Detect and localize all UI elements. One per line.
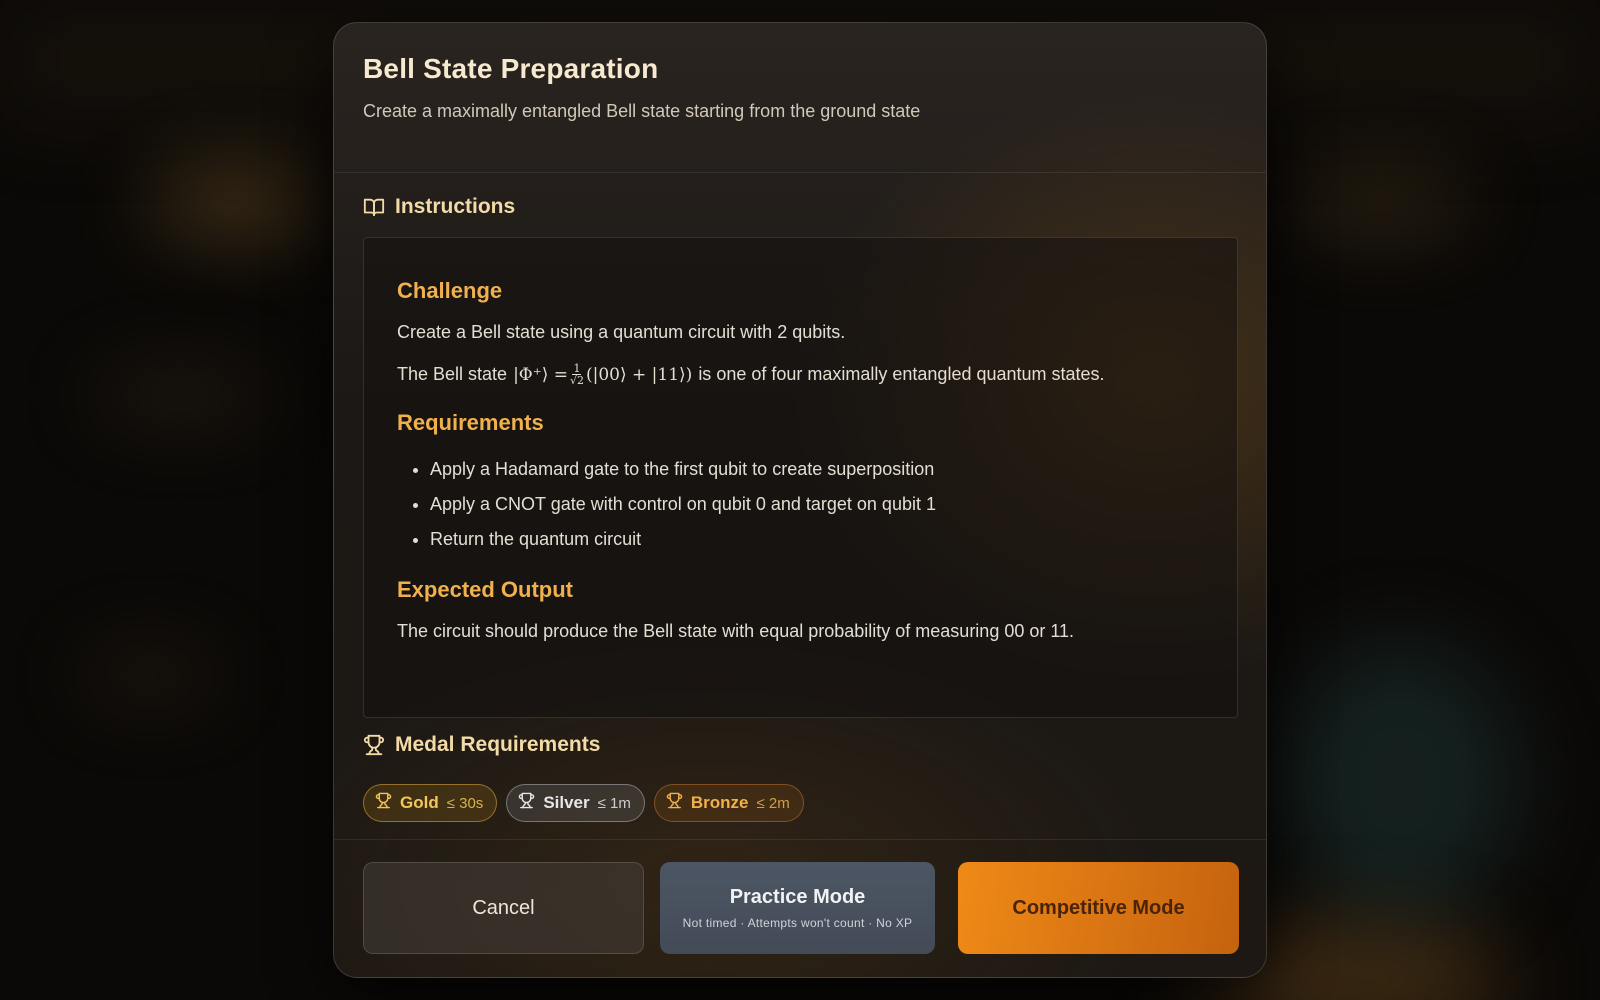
dialog-subtitle: Create a maximally entangled Bell state … [363,101,921,121]
trophy-icon [666,792,683,814]
instructions-header: Instructions [363,195,515,219]
challenge-heading: Challenge [397,278,503,303]
medal-requirements-title: Medal Requirements [395,733,601,756]
medal-requirement: ≤ 2m [756,794,790,812]
medal-name: Bronze [690,793,749,812]
list-item: Apply a Hadamard gate to the first qubit… [430,452,1204,487]
bell-text-before: The Bell state [397,364,508,384]
requirements-heading: Requirements [397,410,544,435]
bell-state-text: The Bell state |Φ⁺⟩ = 1 √2 (|00⟩ + |11⟩)… [397,363,1204,386]
medal-requirements-header: Medal Requirements [363,733,600,757]
list-item: Return the quantum circuit [430,522,1204,557]
medal-name: Gold [400,793,439,812]
expected-output-text: The circuit should produce the Bell stat… [397,621,1075,641]
instructions-panel: Challenge Create a Bell state using a qu… [363,237,1238,718]
practice-mode-button[interactable]: Practice Mode Not timed · Attempts won't… [660,862,935,954]
trophy-icon [518,792,535,814]
fraction-denominator: √2 [569,374,584,387]
competitive-mode-label: Competitive Mode [1012,896,1185,919]
trophy-icon [363,734,385,756]
bell-formula-lhs: |Φ⁺⟩ = [513,364,568,385]
competitive-mode-button[interactable]: Competitive Mode [958,862,1239,954]
challenge-text: Create a Bell state using a quantum circ… [397,322,846,342]
medal-requirement: ≤ 30s [446,794,484,812]
medal-badge-gold: Gold ≤ 30s [363,784,498,822]
expected-output-heading: Expected Output [397,577,574,602]
bell-formula-rhs: (|00⟩ + |11⟩) [586,364,693,385]
list-item: Apply a CNOT gate with control on qubit … [430,487,1204,522]
challenge-dialog: Bell State Preparation Create a maximall… [333,22,1267,978]
dialog-title: Bell State Preparation [363,53,659,84]
book-open-icon [363,196,385,218]
medal-badges: Gold ≤ 30s Silver ≤ 1m Bronze ≤ 2m [363,784,804,822]
requirements-list: Apply a Hadamard gate to the first qubit… [397,452,1204,557]
bell-formula: |Φ⁺⟩ = 1 √2 (|00⟩ + |11⟩) [513,363,692,386]
cancel-button[interactable]: Cancel [363,862,644,954]
practice-mode-description: Not timed · Attempts won't count · No XP [682,915,913,930]
trophy-icon [375,792,392,814]
medal-badge-silver: Silver ≤ 1m [506,784,645,822]
bell-formula-fraction: 1 √2 [570,363,584,386]
medal-badge-bronze: Bronze ≤ 2m [653,784,804,822]
dialog-footer: Cancel Practice Mode Not timed · Attempt… [334,839,1266,977]
dialog-header: Bell State Preparation Create a maximall… [334,23,1266,173]
cancel-button-label: Cancel [472,896,535,919]
bell-text-after: is one of four maximally entangled quant… [698,364,1105,384]
practice-mode-label: Practice Mode [729,885,866,908]
medal-requirement: ≤ 1m [597,794,631,812]
medal-name: Silver [543,793,590,812]
instructions-title: Instructions [395,195,516,218]
